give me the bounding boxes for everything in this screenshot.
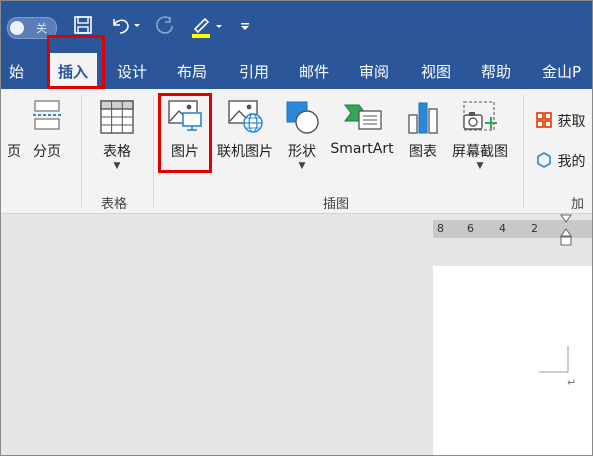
page-break-label: 分页	[33, 144, 61, 160]
chart-label: 图表	[409, 144, 437, 160]
page-prefix-label: 页	[7, 144, 21, 160]
group-label-tables: 表格	[101, 197, 128, 212]
tab-mailings[interactable]: 邮件	[299, 53, 329, 89]
get-addins-button[interactable]: 获取	[535, 111, 585, 131]
my-addins-label: 我的	[557, 154, 586, 170]
group-label-addins: 加	[571, 197, 585, 212]
shapes-icon	[286, 101, 319, 134]
tab-kingsoft[interactable]: 金山P	[542, 53, 581, 89]
online-pictures-icon	[228, 100, 263, 133]
online-pictures-button[interactable]: 联机图片	[213, 89, 277, 189]
margin-corner-mark	[539, 346, 569, 373]
document-page[interactable]: ↵	[433, 266, 592, 455]
smartart-button[interactable]: SmartArt	[327, 89, 397, 189]
toggle-knob	[10, 21, 24, 35]
table-dropdown-arrow: ▼	[113, 161, 121, 171]
smartart-label: SmartArt	[330, 141, 394, 157]
tab-layout[interactable]: 布局	[177, 53, 207, 89]
picture-button-highlight	[158, 93, 212, 173]
screenshot-icon	[463, 101, 497, 131]
table-button[interactable]: 表格 ▼	[95, 89, 139, 189]
tab-help[interactable]: 帮助	[481, 53, 511, 89]
group-separator	[523, 95, 524, 207]
tab-view[interactable]: 视图	[421, 53, 451, 89]
customize-qat-icon[interactable]	[239, 15, 251, 39]
chart-icon	[408, 102, 438, 134]
ruler-tick: 2	[531, 222, 538, 235]
tab-review[interactable]: 审阅	[359, 53, 389, 89]
store-icon	[536, 112, 552, 128]
redo-icon[interactable]	[153, 15, 175, 39]
chart-button[interactable]: 图表	[401, 89, 445, 189]
table-icon	[100, 100, 134, 134]
page-break-icon	[33, 100, 61, 130]
tab-home[interactable]: 始	[9, 53, 24, 89]
my-addins-button[interactable]: 我的	[535, 151, 585, 171]
table-label: 表格	[103, 144, 131, 160]
screenshot-dropdown-arrow: ▼	[476, 161, 484, 171]
insert-tab-highlight	[47, 35, 105, 89]
group-separator	[81, 95, 82, 207]
shapes-label: 形状	[288, 144, 316, 160]
smartart-icon	[344, 104, 382, 130]
tab-design[interactable]: 设计	[117, 53, 147, 89]
online-pictures-label: 联机图片	[217, 144, 273, 160]
screenshot-button[interactable]: 屏幕截图 ▼	[447, 89, 513, 189]
undo-icon[interactable]	[109, 15, 141, 39]
screenshot-label: 屏幕截图	[452, 144, 508, 160]
my-addins-icon	[537, 152, 551, 168]
ruler-tick: 6	[467, 222, 474, 235]
page-break-button[interactable]: 分页	[27, 89, 67, 189]
get-addins-label: 获取	[557, 114, 586, 130]
ruler-tick: 4	[499, 222, 506, 235]
toggle-label: 关	[36, 22, 47, 35]
highlighter-icon[interactable]	[189, 15, 229, 39]
word-window: 关 始 插入 设计 布局 引用 邮件 审阅 视图 帮助 金山P 页 分页 表格 …	[0, 0, 593, 456]
paragraph-mark: ↵	[567, 376, 577, 389]
group-separator	[153, 95, 154, 207]
shapes-dropdown-arrow: ▼	[298, 161, 306, 171]
indent-marker-icon[interactable]	[559, 214, 573, 248]
shapes-button[interactable]: 形状 ▼	[281, 89, 323, 189]
ribbon: 页 分页 表格 ▼ 表格 图片 联机图片 形状 ▼ SmartArt 图表 屏幕…	[1, 89, 592, 214]
group-label-illustrations: 插图	[323, 197, 350, 212]
tab-references[interactable]: 引用	[239, 53, 269, 89]
ruler-tick: 8	[437, 222, 444, 235]
